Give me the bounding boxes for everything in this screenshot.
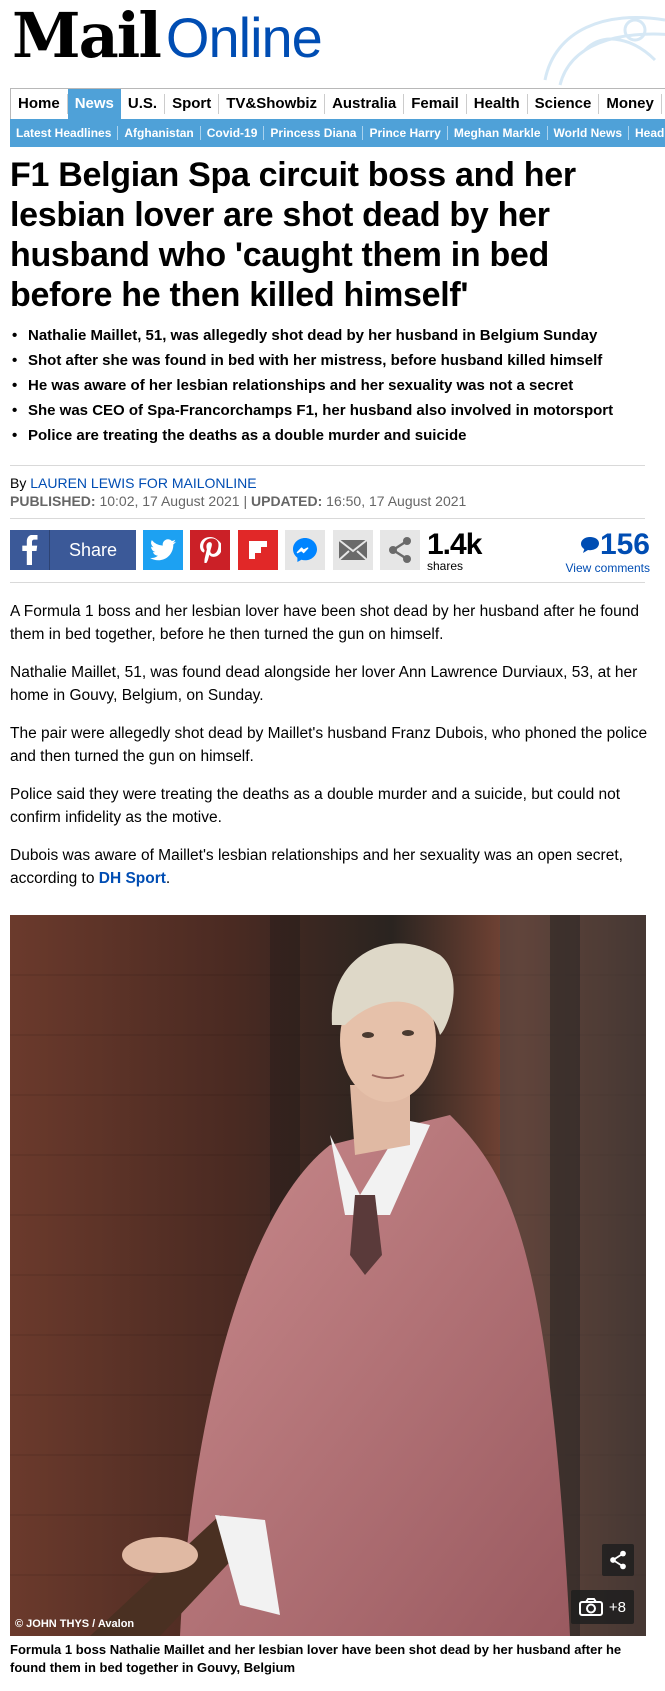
- comments-label: View comments: [565, 561, 650, 575]
- portrait-image: [10, 915, 646, 1636]
- comments-count: 156: [599, 528, 650, 561]
- summary-bullet: Nathalie Maillet, 51, was allegedly shot…: [10, 325, 650, 350]
- subnav-item-afghanistan[interactable]: Afghanistan: [118, 126, 201, 140]
- summary-bullet: She was CEO of Spa-Francorchamps F1, her…: [10, 400, 650, 425]
- nav-item-home[interactable]: Home: [11, 94, 68, 114]
- email-icon[interactable]: [333, 530, 373, 570]
- article-paragraph: A Formula 1 boss and her lesbian lover h…: [10, 603, 640, 643]
- masthead: Mail Online: [0, 0, 665, 88]
- subnav-item-prince-harry[interactable]: Prince Harry: [363, 126, 448, 140]
- divider: [10, 582, 645, 583]
- facebook-share-button[interactable]: Share: [50, 530, 136, 570]
- subnav-item-princess-diana[interactable]: Princess Diana: [264, 126, 364, 140]
- article-photo[interactable]: © JOHN THYS / Avalon +8: [10, 915, 646, 1636]
- gallery-button[interactable]: +8: [570, 1590, 634, 1624]
- site-logo[interactable]: Mail Online: [12, 0, 323, 72]
- twitter-icon[interactable]: [143, 530, 183, 570]
- article-dates: PUBLISHED: 10:02, 17 August 2021 | UPDAT…: [10, 493, 466, 509]
- photo-credit: © JOHN THYS / Avalon: [15, 1618, 135, 1630]
- summary-bullet: Police are treating the deaths as a doub…: [10, 425, 650, 450]
- flipboard-icon[interactable]: [238, 530, 278, 570]
- logo-mail-text: Mail: [12, 0, 162, 72]
- pinterest-icon[interactable]: [190, 530, 230, 570]
- photo-caption: Formula 1 boss Nathalie Maillet and her …: [10, 1642, 622, 1675]
- nav-item-femail[interactable]: Femail: [404, 94, 467, 114]
- nav-item-u-s-[interactable]: U.S.: [121, 94, 166, 114]
- comment-bubble-icon: [580, 537, 599, 553]
- published-date: 10:02, 17 August 2021 |: [95, 493, 251, 509]
- subnav-item-meghan-markle[interactable]: Meghan Markle: [448, 126, 548, 140]
- nav-item-money[interactable]: Money: [599, 94, 662, 114]
- updated-date: 16:50, 17 August 2021: [322, 493, 467, 509]
- share-more-icon[interactable]: [380, 530, 420, 570]
- subnav-item-head[interactable]: Head: [629, 126, 665, 140]
- article-headline: F1 Belgian Spa circuit boss and her lesb…: [10, 156, 576, 314]
- logo-online-text: Online: [165, 6, 323, 69]
- nav-item-health[interactable]: Health: [467, 94, 528, 114]
- byline: By LAUREN LEWIS FOR MAILONLINE: [10, 475, 257, 491]
- article-paragraph: The pair were allegedly shot dead by Mai…: [10, 725, 648, 765]
- author-link[interactable]: LAUREN LEWIS FOR MAILONLINE: [30, 475, 256, 491]
- share-icon[interactable]: [602, 1544, 634, 1576]
- article-paragraph: Police said they were treating the death…: [10, 786, 621, 826]
- article-paragraph: Nathalie Maillet, 51, was found dead alo…: [10, 664, 638, 704]
- secondary-nav: Latest Headlines Afghanistan Covid-19 Princ…: [10, 119, 665, 147]
- gallery-count: +8: [608, 1598, 626, 1616]
- subnav-item-covid-19[interactable]: Covid-19: [201, 126, 265, 140]
- article-summary-bullets: Nathalie Maillet, 51, was allegedly shot…: [10, 325, 650, 450]
- divider: [10, 518, 645, 519]
- published-label: PUBLISHED:: [10, 493, 96, 509]
- paragraph-text: .: [165, 870, 171, 887]
- share-count: 1.4k shares: [427, 528, 482, 572]
- nav-item-science[interactable]: Science: [528, 94, 600, 114]
- summary-bullet: He was aware of her lesbian relationship…: [10, 375, 650, 400]
- nav-item-sport[interactable]: Sport: [165, 94, 220, 114]
- subnav-item-latest-headlines[interactable]: Latest Headlines: [10, 126, 119, 140]
- share-bar: Share 1.4k shares 156 View comments: [10, 528, 650, 574]
- masthead-decoration-icon: [543, 16, 665, 86]
- subnav-item-world-news[interactable]: World News: [548, 126, 629, 140]
- nav-item-australia[interactable]: Australia: [325, 94, 405, 114]
- messenger-icon[interactable]: [285, 530, 325, 570]
- facebook-icon[interactable]: [10, 530, 50, 570]
- nav-item-news[interactable]: News: [67, 89, 121, 119]
- primary-nav: Home News U.S. Sport TV&Showbiz Australia Fema…: [10, 88, 665, 120]
- article-paragraph: Dubois was aware of Maillet's lesbian re…: [10, 844, 650, 890]
- byline-prefix: By: [10, 475, 31, 491]
- summary-bullet: Shot after she was found in bed with her…: [10, 350, 650, 375]
- comments-link[interactable]: 156 View comments: [566, 528, 650, 574]
- share-count-number: 1.4k: [427, 528, 482, 561]
- divider: [10, 465, 645, 466]
- camera-icon: [578, 1598, 603, 1616]
- nav-item-tv-showbiz[interactable]: TV&Showbiz: [219, 94, 326, 114]
- dh-sport-link[interactable]: DH Sport: [99, 870, 166, 887]
- updated-label: UPDATED:: [251, 493, 323, 509]
